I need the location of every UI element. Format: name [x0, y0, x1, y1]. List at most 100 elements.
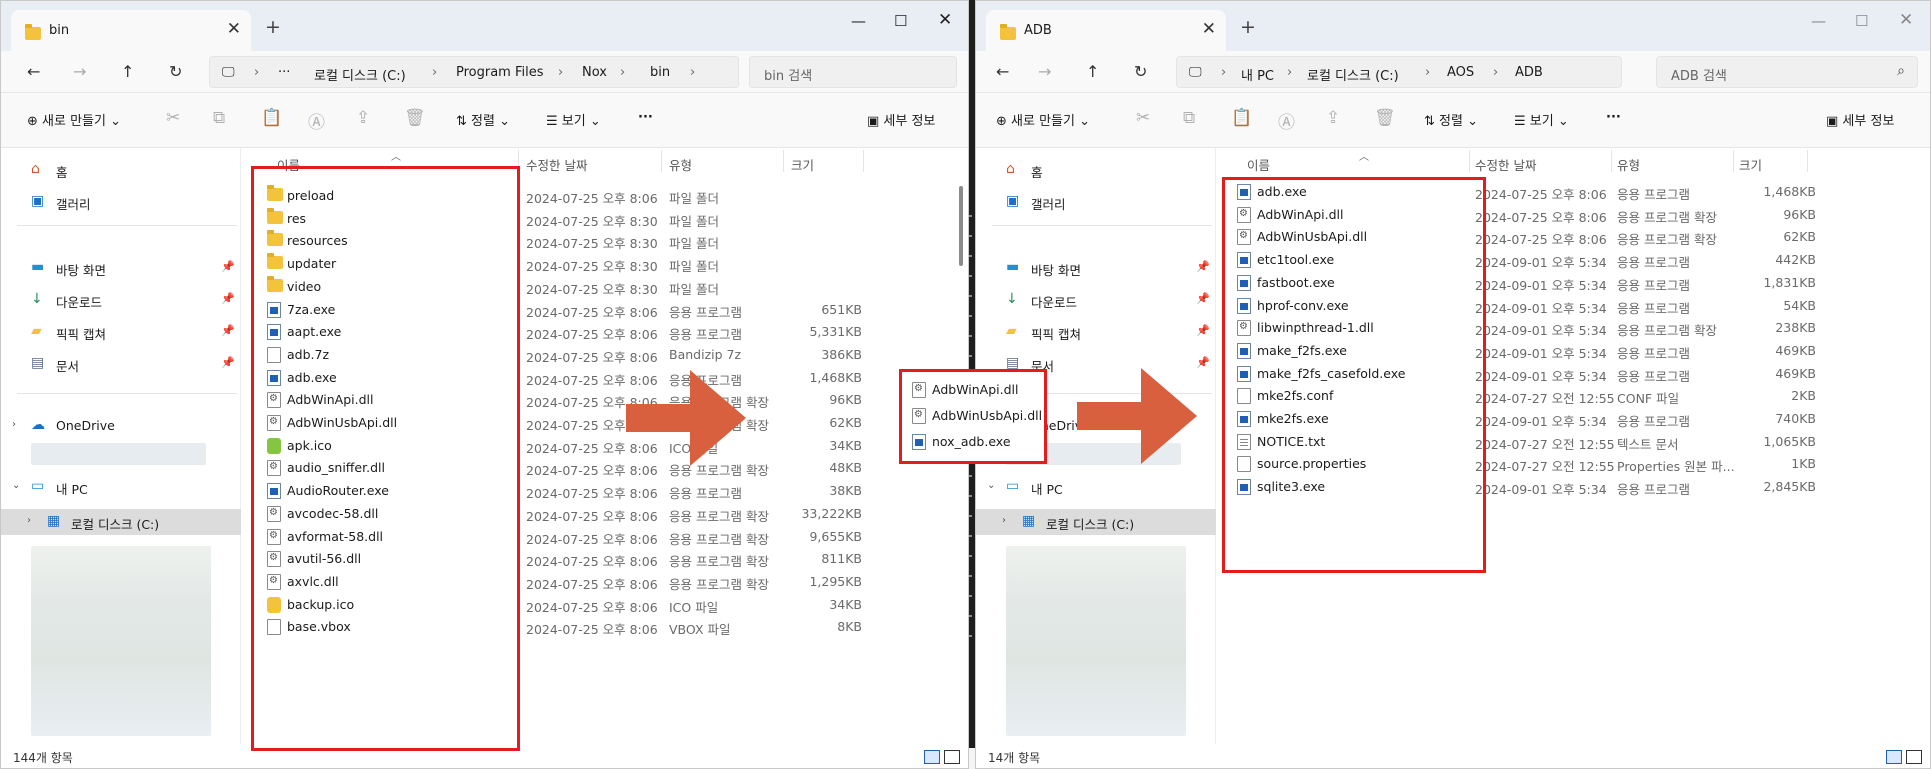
pin-icon[interactable]: 📌	[1196, 292, 1210, 305]
chevron-down-icon[interactable]: ⌄	[987, 480, 995, 491]
tiles-view-icon[interactable]	[1906, 750, 1922, 764]
rename-icon[interactable]: Ⓐ	[1278, 108, 1295, 133]
pin-icon[interactable]: 📌	[221, 260, 235, 273]
sidebar-item-downloads[interactable]: ↓ 다운로드 📌	[976, 287, 1216, 313]
pin-icon[interactable]: 📌	[1196, 324, 1210, 337]
pin-icon[interactable]: 📌	[221, 324, 235, 337]
new-button[interactable]: ⊕ 새로 만들기 ⌄	[996, 110, 1090, 129]
delete-icon[interactable]: 🗑	[404, 108, 426, 128]
more-button[interactable]: ···	[638, 110, 653, 125]
back-icon[interactable]: ←	[996, 62, 1009, 81]
up-icon[interactable]: ↑	[121, 62, 134, 81]
close-window-button[interactable]: ✕	[938, 10, 952, 30]
sidebar-item-pickpick[interactable]: ▰ 픽픽 캡쳐 📌	[976, 319, 1216, 345]
column-separator[interactable]	[1733, 150, 1734, 172]
column-separator[interactable]	[1611, 150, 1612, 172]
sidebar-item-mypc[interactable]: ⌄ ▭ 내 PC	[1, 474, 241, 500]
tab-bin[interactable]: bin ✕	[11, 10, 251, 51]
paste-icon[interactable]: 📋	[1231, 108, 1252, 128]
breadcrumb-item[interactable]: 로컬 디스크 (C:)	[314, 65, 406, 84]
column-header-modified[interactable]: 수정한 날짜	[1475, 155, 1536, 174]
sidebar-item-desktop[interactable]: ▬ 바탕 화면 📌	[976, 255, 1216, 281]
tiles-view-icon[interactable]	[944, 750, 960, 764]
new-button[interactable]: ⊕ 새로 만들기 ⌄	[27, 110, 121, 129]
sidebar-item-onedrive[interactable]: ›☁OneDrive	[1, 413, 241, 439]
pin-icon[interactable]: 📌	[1196, 260, 1210, 273]
up-icon[interactable]: ↑	[1086, 62, 1099, 81]
share-icon[interactable]: ⇪	[1326, 108, 1340, 128]
column-separator[interactable]	[863, 150, 864, 172]
minimize-button[interactable]: —	[1811, 12, 1826, 30]
maximize-button[interactable]: ☐	[1855, 12, 1868, 30]
details-pane-button[interactable]: ▣ 세부 정보	[1826, 110, 1894, 129]
new-tab-button[interactable]: +	[1240, 16, 1256, 38]
view-button[interactable]: ☰ 보기 ⌄	[1514, 110, 1569, 129]
column-header-modified[interactable]: 수정한 날짜	[526, 155, 587, 174]
search-input[interactable]: bin 검색	[749, 56, 957, 88]
minimize-button[interactable]: —	[851, 12, 866, 30]
column-separator[interactable]	[783, 150, 784, 172]
maximize-button[interactable]: ☐	[894, 12, 907, 30]
forward-icon[interactable]: →	[73, 62, 86, 81]
breadcrumb-item[interactable]: 내 PC	[1241, 65, 1274, 84]
breadcrumb[interactable]: 🖵 › ··· 로컬 디스크 (C:) › Program Files › No…	[209, 56, 739, 88]
sidebar-item-mypc[interactable]: ⌄ ▭ 내 PC	[976, 474, 1216, 500]
chevron-down-icon[interactable]: ⌄	[12, 480, 20, 491]
details-view-icon[interactable]	[1886, 750, 1902, 764]
refresh-icon[interactable]: ↻	[169, 62, 182, 81]
sidebar-item-desktop[interactable]: ▬ 바탕 화면 📌	[1, 255, 241, 281]
paste-icon[interactable]: 📋	[261, 108, 282, 128]
view-button[interactable]: ☰ 보기 ⌄	[546, 110, 601, 129]
breadcrumb-item[interactable]: ADB	[1515, 65, 1543, 80]
details-pane-button[interactable]: ▣ 세부 정보	[867, 110, 935, 129]
column-header-name[interactable]: 이름	[1247, 155, 1270, 174]
pin-icon[interactable]: 📌	[221, 356, 235, 369]
breadcrumb-item[interactable]: Nox	[582, 65, 607, 80]
delete-icon[interactable]: 🗑	[1374, 108, 1396, 128]
copy-icon[interactable]: ⧉	[1183, 108, 1195, 128]
sidebar-item-home[interactable]: ⌂ 홈	[976, 157, 1216, 183]
copy-icon[interactable]: ⧉	[213, 108, 225, 128]
cut-icon[interactable]: ✂	[166, 108, 180, 128]
forward-icon[interactable]: →	[1038, 62, 1051, 81]
back-icon[interactable]: ←	[27, 62, 40, 81]
sidebar-item-pickpick[interactable]: ▰ 픽픽 캡쳐 📌	[1, 319, 241, 345]
sidebar-item-gallery[interactable]: ▣ 갤러리	[1, 189, 241, 215]
share-icon[interactable]: ⇪	[356, 108, 370, 128]
column-header-size[interactable]: 크기	[791, 155, 814, 174]
close-tab-icon[interactable]: ✕	[1202, 19, 1216, 39]
close-tab-icon[interactable]: ✕	[227, 19, 241, 39]
cut-icon[interactable]: ✂	[1136, 108, 1150, 128]
tab-adb[interactable]: ADB ✕	[986, 10, 1226, 51]
chevron-right-icon[interactable]: ›	[12, 419, 16, 430]
details-view-icon[interactable]	[924, 750, 940, 764]
column-header-size[interactable]: 크기	[1739, 155, 1762, 174]
column-header-type[interactable]: 유형	[669, 155, 692, 174]
sidebar-item-gallery[interactable]: ▣ 갤러리	[976, 189, 1216, 215]
pin-icon[interactable]: 📌	[221, 292, 235, 305]
column-separator[interactable]	[1807, 150, 1808, 172]
breadcrumb-item[interactable]: 로컬 디스크 (C:)	[1307, 65, 1399, 84]
scrollbar[interactable]	[959, 186, 963, 266]
refresh-icon[interactable]: ↻	[1134, 62, 1147, 81]
column-separator[interactable]	[1469, 150, 1470, 172]
rename-icon[interactable]: Ⓐ	[308, 108, 325, 133]
breadcrumb[interactable]: 🖵 › 내 PC › 로컬 디스크 (C:) › AOS › ADB	[1176, 56, 1622, 88]
sidebar-item-localdisk[interactable]: › ▦ 로컬 디스크 (C:)	[1, 509, 241, 535]
breadcrumb-more[interactable]: ···	[278, 65, 290, 80]
sort-button[interactable]: ⇅ 정렬 ⌄	[1424, 110, 1478, 129]
sidebar-item-downloads[interactable]: ↓ 다운로드 📌	[1, 287, 241, 313]
breadcrumb-item[interactable]: Program Files	[456, 65, 544, 80]
sidebar-item-localdisk[interactable]: › ▦ 로컬 디스크 (C:)	[976, 509, 1216, 535]
chevron-right-icon[interactable]: ›	[1002, 515, 1006, 526]
close-window-button[interactable]: ✕	[1899, 10, 1913, 30]
search-input[interactable]: ADB 검색 ⌕	[1656, 56, 1918, 88]
breadcrumb-item[interactable]: AOS	[1447, 65, 1474, 80]
column-header-type[interactable]: 유형	[1617, 155, 1640, 174]
sort-button[interactable]: ⇅ 정렬 ⌄	[456, 110, 510, 129]
new-tab-button[interactable]: +	[265, 16, 281, 38]
chevron-right-icon[interactable]: ›	[27, 515, 31, 526]
pin-icon[interactable]: 📌	[1196, 356, 1210, 369]
sidebar-item-documents[interactable]: ▤ 문서 📌	[1, 351, 241, 377]
breadcrumb-item[interactable]: bin	[650, 65, 670, 80]
